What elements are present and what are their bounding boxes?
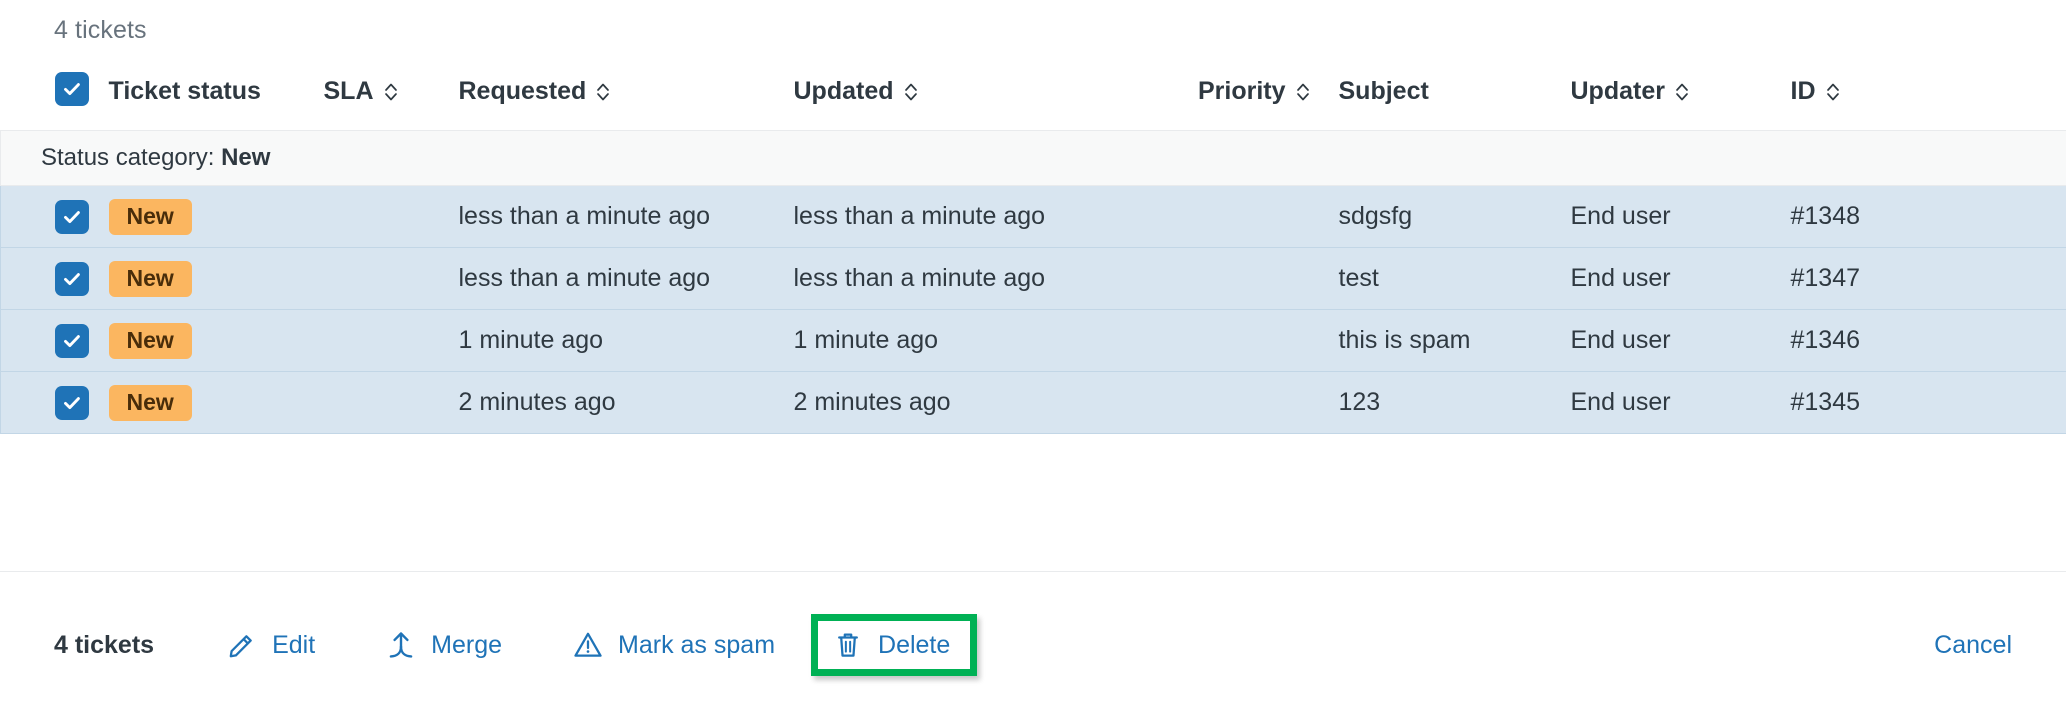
select-all-checkbox[interactable] [54,72,89,106]
status-category-prefix: Status category: [41,144,222,171]
row-checkbox[interactable] [55,199,89,234]
cell-ticket-status: New [108,185,324,248]
column-header-id-label: ID [1790,77,1816,105]
selection-count-label: 4 tickets [54,630,155,659]
status-category-value: New [221,144,271,171]
cell-updater: End user [1570,247,1791,310]
column-header-select-all [1,72,109,131]
cell-subject[interactable]: sdgsfg [1338,185,1571,248]
cell-sla [323,309,459,372]
trash-icon [832,629,864,661]
table-row[interactable]: New less than a minute ago less than a m… [0,185,2066,248]
cell-ticket-status: New [108,247,324,310]
status-badge: New [108,384,192,421]
table-row[interactable]: New less than a minute ago less than a m… [0,247,2066,310]
column-header-updated-label: Updated [793,77,894,105]
row-select-cell [0,247,109,310]
cell-requested: less than a minute ago [458,247,794,310]
status-badge: New [108,260,192,297]
column-header-id[interactable]: ID [1791,72,2066,131]
merge-button-label: Merge [431,630,503,659]
cell-updated: less than a minute ago [793,247,1129,310]
status-badge: New [108,198,192,235]
cell-sla [323,247,459,310]
cell-id: #1345 [1790,371,2066,434]
sort-arrows-icon[interactable] [1825,80,1841,104]
table-body: Status category: New New less than a min… [0,130,2066,434]
cell-subject[interactable]: test [1338,247,1571,310]
pencil-icon [226,629,258,661]
column-header-sla-label: SLA [323,77,374,105]
cell-priority [1128,185,1339,248]
column-header-ticket-status-label: Ticket status [108,77,261,105]
delete-button-label: Delete [878,630,951,659]
cell-requested: less than a minute ago [458,185,794,248]
merge-button[interactable]: Merge [373,619,514,671]
row-select-cell [0,309,109,372]
cell-updater: End user [1570,185,1791,248]
column-header-sla[interactable]: SLA [324,72,459,131]
column-header-updater[interactable]: Updater [1571,72,1791,131]
cell-subject[interactable]: this is spam [1338,309,1571,372]
row-checkbox[interactable] [55,385,89,420]
cell-priority [1128,247,1339,310]
edit-button-label: Edit [272,630,316,659]
merge-icon [385,629,417,661]
table-header: Ticket status SLA Requested Updated Prio… [1,72,2066,131]
cell-updater: End user [1570,371,1791,434]
row-checkbox[interactable] [55,323,89,358]
tickets-table-container: Ticket status SLA Requested Updated Prio… [0,72,2066,434]
mark-as-spam-button[interactable]: Mark as spam [560,619,787,671]
cell-updated: 1 minute ago [793,309,1129,372]
ticket-count-label: 4 tickets [54,16,147,44]
cancel-button[interactable]: Cancel [1934,631,2012,660]
cell-ticket-status: New [108,371,324,434]
delete-button[interactable]: Delete [832,629,950,661]
edit-button[interactable]: Edit [214,619,327,671]
cell-id: #1347 [1790,247,2066,310]
column-header-priority[interactable]: Priority [1129,72,1339,131]
cell-updated: less than a minute ago [793,185,1129,248]
sort-arrows-icon[interactable] [903,80,919,104]
column-header-updater-label: Updater [1570,77,1665,105]
column-header-requested-label: Requested [458,77,587,105]
sort-arrows-icon[interactable] [383,80,399,104]
delete-button-highlight: Delete [811,614,978,676]
status-category-group-row: Status category: New [0,130,2066,186]
tickets-table: Ticket status SLA Requested Updated Prio… [0,72,2066,434]
status-category-group-cell: Status category: New [0,130,2066,186]
sort-arrows-icon[interactable] [595,80,611,104]
column-header-updated[interactable]: Updated [794,72,1129,131]
cell-priority [1128,371,1339,434]
mark-as-spam-button-label: Mark as spam [618,630,776,659]
cell-ticket-status: New [108,309,324,372]
cell-priority [1128,309,1339,372]
row-checkbox[interactable] [55,261,89,296]
cell-id: #1346 [1790,309,2066,372]
row-select-cell [0,185,109,248]
column-header-requested[interactable]: Requested [459,72,794,131]
column-header-priority-label: Priority [1197,77,1286,105]
column-header-subject[interactable]: Subject [1339,72,1571,131]
cell-updated: 2 minutes ago [793,371,1129,434]
ticket-list-view: 4 tickets Ticket status SLA Requested Up… [0,0,2066,718]
cell-requested: 1 minute ago [458,309,794,372]
cell-updater: End user [1570,309,1791,372]
cell-sla [323,185,459,248]
sort-arrows-icon[interactable] [1674,80,1690,104]
status-badge: New [108,322,192,359]
table-row[interactable]: New 1 minute ago 1 minute ago this is sp… [0,309,2066,372]
cell-subject[interactable]: 123 [1338,371,1571,434]
warning-triangle-icon [572,629,604,661]
column-header-ticket-status[interactable]: Ticket status [109,72,324,131]
bulk-actions-toolbar: 4 tickets Edit Merge Mark as spam Delete… [0,572,2066,718]
row-select-cell [0,371,109,434]
column-header-subject-label: Subject [1338,77,1429,105]
cell-id: #1348 [1790,185,2066,248]
cell-sla [323,371,459,434]
table-header-row: Ticket status SLA Requested Updated Prio… [1,72,2066,131]
sort-arrows-icon[interactable] [1295,80,1311,104]
table-row[interactable]: New 2 minutes ago 2 minutes ago 123 End … [0,371,2066,434]
cell-requested: 2 minutes ago [458,371,794,434]
